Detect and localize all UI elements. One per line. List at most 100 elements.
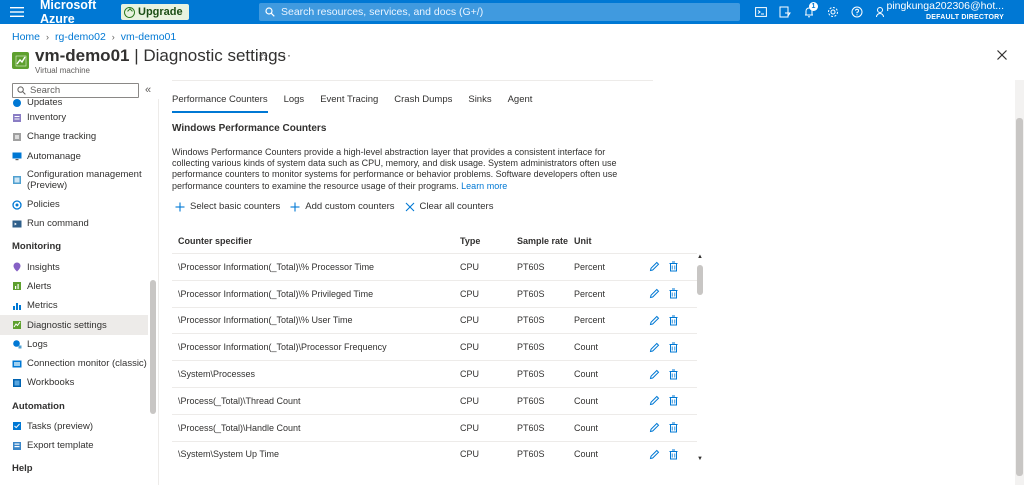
edit-pencil-icon[interactable] [649, 261, 660, 272]
workbooks-icon [13, 378, 21, 387]
sidebar-item-export-template[interactable]: Export template [0, 436, 148, 455]
sidebar-item-logs[interactable]: Logs [0, 335, 148, 354]
table-row[interactable]: \System\Processes CPU PT60S Count [172, 361, 697, 388]
table-scroll-thumb[interactable] [697, 265, 703, 295]
column-header-counter[interactable]: Counter specifier [172, 236, 460, 246]
edit-pencil-icon[interactable] [649, 422, 660, 433]
sidebar-search-input[interactable]: Search [12, 83, 139, 98]
sidebar-scroll-thumb[interactable] [150, 280, 156, 414]
section-title: Windows Performance Counters [172, 123, 327, 134]
sidebar-item-label: Updates [27, 99, 63, 108]
sidebar-item-run-command[interactable]: Run command [0, 214, 148, 233]
sample-rate-cell: PT60S [517, 395, 545, 406]
account-menu[interactable]: pingkunga202306@hot... DEFAULT DIRECTORY [886, 1, 1004, 23]
delete-trash-icon[interactable] [668, 288, 679, 299]
sidebar-item-alerts[interactable]: Alerts [0, 277, 148, 296]
notifications-button[interactable]: 1 [797, 0, 821, 24]
column-header-sample-rate[interactable]: Sample rate [517, 236, 574, 246]
tab-performance-counters[interactable]: Performance Counters [172, 94, 268, 113]
export-template-icon [13, 441, 21, 450]
table-row[interactable]: \Processor Information(_Total)\Processor… [172, 334, 697, 362]
collapse-sidebar-icon[interactable]: « [145, 84, 151, 96]
sidebar-item-metrics[interactable]: Metrics [0, 296, 148, 315]
edit-pencil-icon[interactable] [649, 288, 660, 299]
delete-trash-icon[interactable] [668, 342, 679, 353]
edit-pencil-icon[interactable] [649, 342, 660, 353]
tab-sinks[interactable]: Sinks [468, 94, 491, 113]
menu-icon[interactable] [0, 0, 34, 24]
page-scroll-thumb[interactable] [1016, 118, 1023, 476]
sidebar-item-connection-monitor[interactable]: Connection monitor (classic) [0, 354, 148, 373]
learn-more-link[interactable]: Learn more [461, 181, 507, 191]
counter-specifier-cell: \Processor Information(_Total)\Processor… [178, 342, 387, 353]
breadcrumb-home[interactable]: Home [12, 31, 40, 43]
delete-trash-icon[interactable] [668, 369, 679, 380]
page-title: vm-demo01 | Diagnostic settings [35, 46, 286, 66]
sidebar-item-workbooks[interactable]: Workbooks [0, 373, 148, 392]
edit-pencil-icon[interactable] [649, 369, 660, 380]
clear-all-counters-button[interactable]: Clear all counters [405, 201, 493, 212]
tab-agent[interactable]: Agent [508, 94, 533, 113]
settings-button[interactable] [821, 0, 845, 24]
type-cell: CPU [460, 342, 480, 353]
sidebar-item-inventory[interactable]: Inventory [0, 108, 148, 127]
edit-pencil-icon[interactable] [649, 449, 660, 460]
global-search-placeholder: Search resources, services, and docs (G+… [281, 6, 484, 18]
breadcrumb-resource-group[interactable]: rg-demo02 [55, 31, 106, 43]
tab-logs[interactable]: Logs [284, 94, 305, 113]
favorite-star-icon[interactable]: ☆ [258, 50, 269, 64]
upgrade-button[interactable]: Upgrade [121, 4, 189, 20]
sidebar-item-label: Tasks (preview) [27, 420, 93, 432]
delete-trash-icon[interactable] [668, 261, 679, 272]
portal-brand[interactable]: Microsoft Azure [40, 0, 116, 26]
notification-badge: 1 [809, 2, 818, 11]
add-custom-counters-button[interactable]: Add custom counters [290, 201, 395, 212]
top-navigation-bar: Microsoft Azure Upgrade Search resources… [0, 0, 1024, 26]
sidebar-item-insights[interactable]: Insights [0, 257, 148, 276]
sidebar-item-change-tracking[interactable]: Change tracking [0, 127, 148, 146]
breadcrumb-vm[interactable]: vm-demo01 [121, 31, 176, 43]
cloud-shell-button[interactable] [749, 0, 773, 24]
table-scrollbar[interactable]: ▲ ▼ [696, 254, 705, 462]
delete-trash-icon[interactable] [668, 315, 679, 326]
row-actions [649, 342, 687, 353]
section-description: Windows Performance Counters provide a h… [172, 147, 642, 192]
resource-menu: Updates Inventory Change tracking Automa… [0, 99, 148, 485]
tab-crash-dumps[interactable]: Crash Dumps [394, 94, 452, 113]
global-search-input[interactable]: Search resources, services, and docs (G+… [259, 3, 740, 21]
column-header-type[interactable]: Type [460, 236, 517, 246]
scroll-up-icon[interactable]: ▲ [697, 254, 703, 260]
scroll-down-icon[interactable]: ▼ [697, 456, 703, 462]
delete-trash-icon[interactable] [668, 422, 679, 433]
column-header-unit[interactable]: Unit [574, 236, 649, 246]
page-scrollbar[interactable] [1015, 80, 1024, 485]
close-icon[interactable] [996, 49, 1008, 61]
directory-filter-button[interactable] [773, 0, 797, 24]
connection-monitor-icon [12, 360, 22, 368]
sidebar-item-diagnostic-settings[interactable]: Diagnostic settings [0, 315, 148, 335]
table-row[interactable]: \Process(_Total)\Thread Count CPU PT60S Cou… [172, 388, 697, 415]
sidebar-item-automanage[interactable]: Automanage [0, 147, 148, 166]
delete-trash-icon[interactable] [668, 449, 679, 460]
upgrade-arrow-icon [124, 6, 135, 18]
sidebar-item-configuration-management[interactable]: Configuration management (Preview) [0, 166, 148, 195]
plus-icon [290, 202, 300, 211]
delete-trash-icon[interactable] [668, 395, 679, 406]
select-basic-counters-button[interactable]: Select basic counters [175, 201, 280, 212]
tab-event-tracing[interactable]: Event Tracing [320, 94, 378, 113]
sidebar-item-tasks[interactable]: Tasks (preview) [0, 417, 148, 436]
help-button[interactable] [845, 0, 869, 24]
table-row[interactable]: \Processor Information(_Total)\% Process… [172, 254, 697, 281]
more-options-icon[interactable]: ··· [277, 48, 292, 62]
table-row[interactable]: \System\System Up Time CPU PT60S Count [172, 442, 697, 461]
sidebar-item-label: Diagnostic settings [27, 319, 107, 331]
row-actions [649, 395, 687, 406]
sidebar-item-policies[interactable]: Policies [0, 195, 148, 214]
edit-pencil-icon[interactable] [649, 315, 660, 326]
table-row[interactable]: \Processor Information(_Total)\% Privile… [172, 281, 697, 308]
sidebar-scrollbar[interactable] [148, 99, 158, 485]
table-row[interactable]: \Processor Information(_Total)\% User Ti… [172, 308, 697, 335]
sidebar-item-updates[interactable]: Updates [0, 99, 148, 108]
edit-pencil-icon[interactable] [649, 395, 660, 406]
table-row[interactable]: \Process(_Total)\Handle Count CPU PT60S Cou… [172, 415, 697, 442]
